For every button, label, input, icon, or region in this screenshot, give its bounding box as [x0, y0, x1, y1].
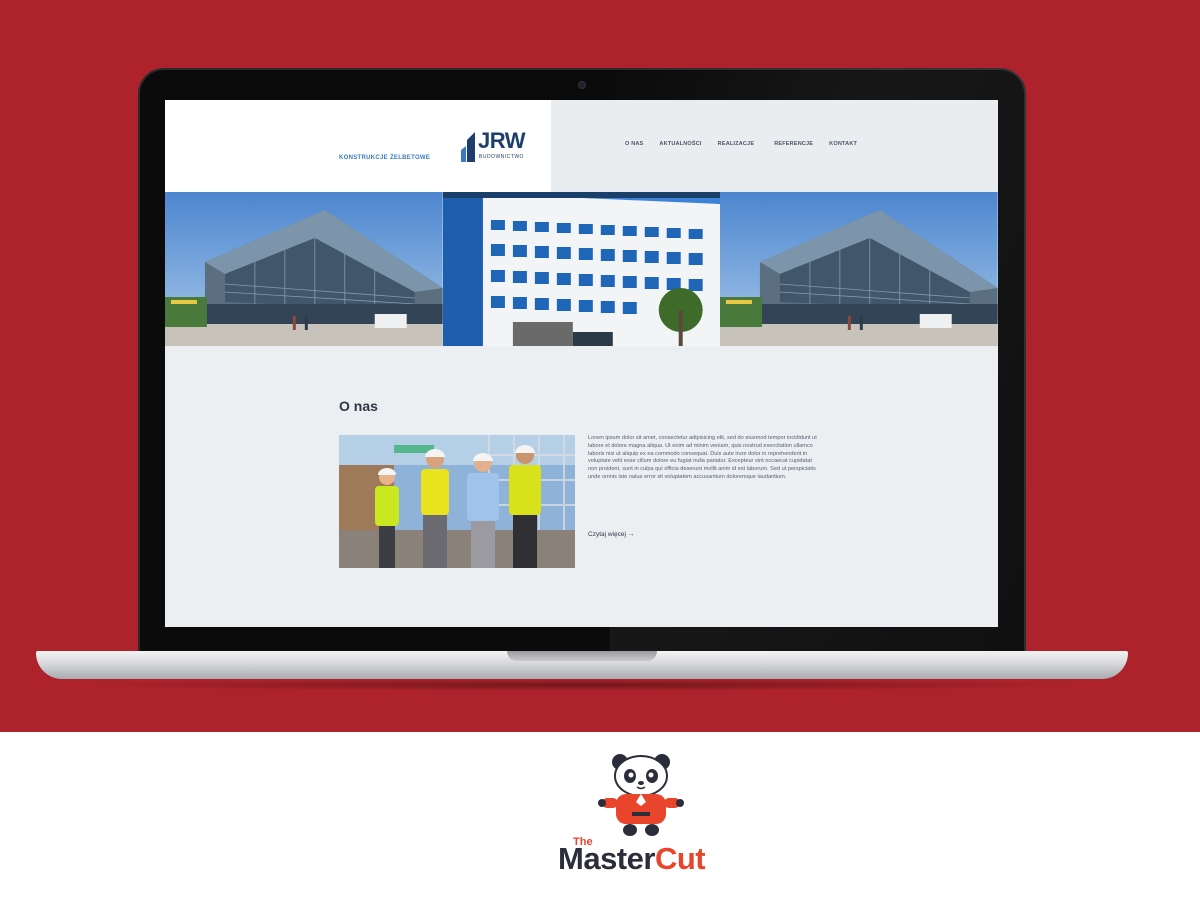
nav-item-referencje[interactable]: REFERENCJE [774, 141, 813, 147]
logo-mark-icon [461, 132, 475, 162]
laptop-screen: KONSTRUKCJE ŻELBETOWE JRW BUDOWNICTWO O … [165, 100, 998, 627]
building-photo-right [720, 192, 998, 346]
header-left: KONSTRUKCJE ŻELBETOWE JRW BUDOWNICTWO [165, 100, 551, 192]
logo-name[interactable]: JRW [478, 130, 526, 152]
laptop-notch [507, 651, 657, 661]
read-more-link[interactable]: Czytaj więcej → [588, 531, 634, 538]
nav-item-o-nas[interactable]: O NAS [625, 141, 643, 147]
header-right: O NAS AKTUALNOŚCI REALIZACJE REFERENCJE … [551, 100, 998, 192]
brand-cut: Cut [654, 841, 706, 876]
main-nav: O NAS AKTUALNOŚCI REALIZACJE REFERENCJE … [625, 141, 857, 147]
brand-master: Master [558, 841, 655, 876]
building-photo-center [442, 192, 721, 346]
hero-banner [165, 192, 998, 346]
camera-icon [578, 81, 586, 89]
building-photo-left [165, 192, 443, 346]
nav-item-realizacje[interactable]: REALIZACJE [718, 141, 755, 147]
tagline: KONSTRUKCJE ŻELBETOWE [339, 155, 431, 161]
workers-photo [339, 435, 575, 568]
nav-item-kontakt[interactable]: KONTAKT [829, 141, 857, 147]
about-title: O nas [339, 398, 378, 414]
brand-wordmark: MasterCut [558, 841, 706, 876]
nav-item-aktualnosci[interactable]: AKTUALNOŚCI [659, 141, 701, 147]
logo-subtitle: BUDOWNICTWO [479, 154, 524, 160]
about-text: Lorem ipsum dolor sit amet, consectetur … [588, 435, 817, 480]
panda-mascot-icon [598, 754, 684, 836]
